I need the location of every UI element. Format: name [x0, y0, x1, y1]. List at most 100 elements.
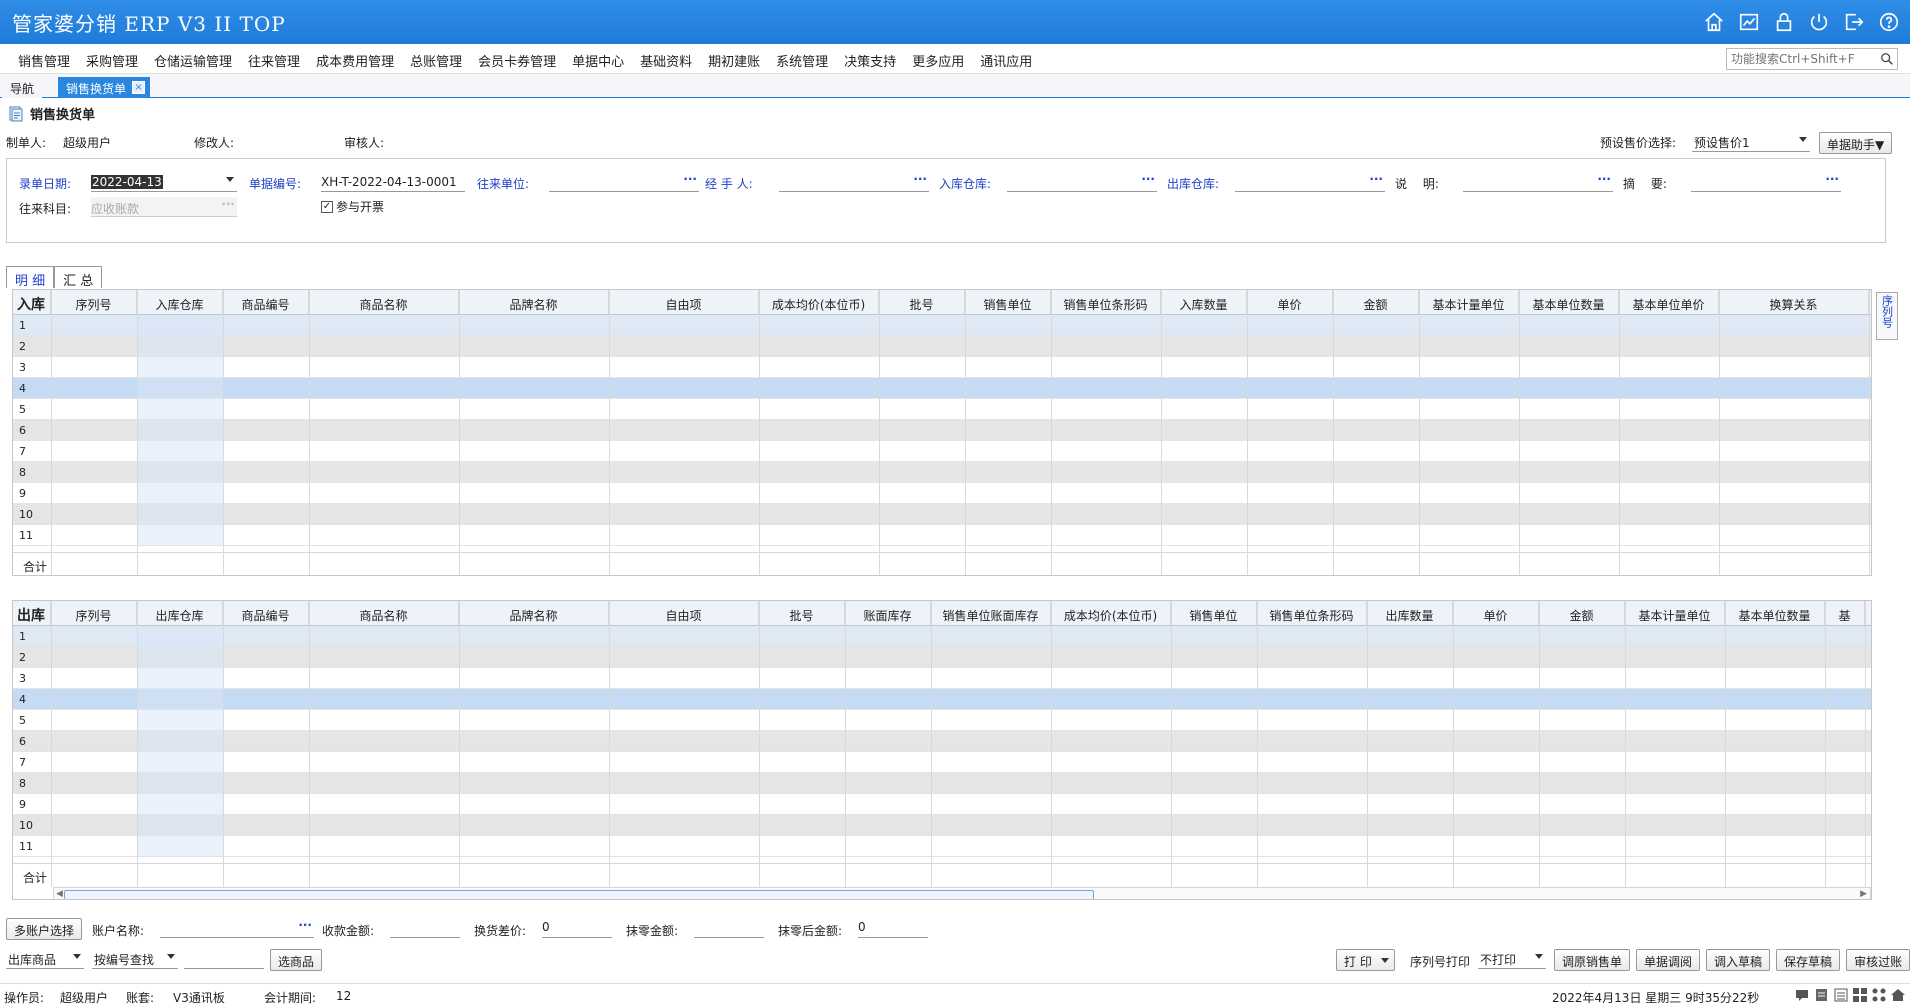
column-header[interactable]: 销售单位条形码: [1051, 290, 1161, 314]
round-field[interactable]: [694, 918, 764, 938]
column-header[interactable]: 销售单位条形码: [1257, 601, 1367, 625]
column-header[interactable]: 换算关系: [1719, 290, 1869, 314]
column-header[interactable]: 自由项: [609, 601, 759, 625]
handler-field[interactable]: ···: [779, 172, 929, 192]
more-icon[interactable]: ···: [298, 918, 312, 932]
menu-item-2[interactable]: 仓储运输管理: [146, 51, 240, 70]
multi-account-button[interactable]: 多账户选择: [6, 918, 83, 940]
menu-item-12[interactable]: 更多应用: [904, 51, 972, 70]
date-field[interactable]: 2022-04-13: [91, 172, 237, 192]
column-header[interactable]: 序列号: [51, 290, 137, 314]
diff-field[interactable]: 0: [542, 918, 612, 938]
column-header[interactable]: 销售单位账面库存: [931, 601, 1051, 625]
table-row[interactable]: 2: [13, 336, 1871, 357]
column-header[interactable]: 基本单位数量: [1519, 290, 1619, 314]
note-field[interactable]: ···: [1463, 172, 1613, 192]
action-button-3[interactable]: 保存草稿: [1776, 949, 1841, 971]
partner-field[interactable]: ···: [549, 172, 699, 192]
home-icon[interactable]: [1701, 9, 1727, 35]
column-header[interactable]: 出库仓库: [137, 601, 223, 625]
table-row[interactable]: 7: [13, 752, 1871, 773]
scroll-thumb[interactable]: [64, 890, 1094, 899]
column-header[interactable]: 自由项: [609, 290, 759, 314]
menu-item-0[interactable]: 销售管理: [10, 51, 78, 70]
column-header[interactable]: 品牌名称: [459, 601, 609, 625]
table-row[interactable]: 5: [13, 710, 1871, 731]
find-input[interactable]: [184, 949, 264, 969]
scroll-right-icon[interactable]: ▶: [1860, 889, 1867, 899]
column-header[interactable]: 商品编号: [223, 290, 309, 314]
column-header[interactable]: 金额: [1333, 290, 1419, 314]
more-icon[interactable]: ···: [1825, 172, 1839, 186]
more-icon[interactable]: ···: [1141, 172, 1155, 186]
chart-icon[interactable]: [1736, 9, 1762, 35]
table-row[interactable]: 4: [13, 689, 1871, 710]
after-round-field[interactable]: 0: [858, 918, 928, 938]
out-goods-select[interactable]: 出库商品: [6, 949, 84, 969]
column-header[interactable]: 成本均价(本位币): [1051, 601, 1171, 625]
column-header[interactable]: 基本计量单位: [1625, 601, 1725, 625]
column-header[interactable]: 账面库存: [845, 601, 931, 625]
menu-item-11[interactable]: 决策支持: [836, 51, 904, 70]
list-icon[interactable]: [1833, 987, 1849, 1003]
column-header[interactable]: 品牌名称: [459, 290, 609, 314]
serial-print-select[interactable]: 不打印: [1478, 949, 1546, 969]
column-header[interactable]: 序列号: [51, 601, 137, 625]
column-header[interactable]: 基本计量单位: [1419, 290, 1519, 314]
table-row[interactable]: 10: [13, 815, 1871, 836]
table-row[interactable]: 1: [13, 626, 1871, 647]
table-row[interactable]: 5: [13, 399, 1871, 420]
column-header[interactable]: 金额: [1539, 601, 1625, 625]
account-field[interactable]: ···: [160, 918, 314, 938]
table-row[interactable]: 8: [13, 773, 1871, 794]
function-search-input[interactable]: [1727, 49, 1877, 69]
table-row[interactable]: 11: [13, 525, 1871, 546]
table-row[interactable]: 3: [13, 668, 1871, 689]
checkbox-checked-icon[interactable]: ✓: [321, 200, 333, 213]
more-icon[interactable]: ···: [913, 172, 927, 186]
receipt-field[interactable]: [390, 918, 460, 938]
summary-field[interactable]: ···: [1691, 172, 1841, 192]
function-search[interactable]: [1726, 48, 1898, 70]
table-row[interactable]: 11: [13, 836, 1871, 857]
table-row[interactable]: 9: [13, 483, 1871, 504]
tab-summary[interactable]: 汇 总: [54, 266, 103, 289]
action-button-2[interactable]: 调入草稿: [1706, 949, 1771, 971]
menu-item-3[interactable]: 往来管理: [240, 51, 308, 70]
grid-icon[interactable]: [1852, 987, 1868, 1003]
column-header[interactable]: 出库数量: [1367, 601, 1453, 625]
more-icon[interactable]: ···: [1597, 172, 1611, 186]
column-header[interactable]: 商品名称: [309, 290, 459, 314]
column-header[interactable]: 基本单位单价: [1619, 290, 1719, 314]
power-icon[interactable]: [1806, 9, 1832, 35]
column-header[interactable]: 成本均价(本位币): [759, 290, 879, 314]
print-button[interactable]: 打 印: [1336, 949, 1395, 971]
column-header[interactable]: 单价: [1247, 290, 1333, 314]
menu-item-8[interactable]: 基础资料: [632, 51, 700, 70]
table-row[interactable]: 4: [13, 378, 1871, 399]
scroll-left-icon[interactable]: ◀: [56, 889, 63, 899]
home-icon[interactable]: [1890, 987, 1906, 1003]
menu-item-10[interactable]: 系统管理: [768, 51, 836, 70]
horizontal-scrollbar[interactable]: ◀ ▶: [53, 887, 1871, 899]
table-row[interactable]: 3: [13, 357, 1871, 378]
logout-icon[interactable]: [1841, 9, 1867, 35]
out-warehouse-field[interactable]: ···: [1235, 172, 1385, 192]
menu-item-13[interactable]: 通讯应用: [972, 51, 1040, 70]
more-icon[interactable]: ···: [1369, 172, 1383, 186]
menu-item-4[interactable]: 成本费用管理: [308, 51, 402, 70]
column-header[interactable]: 销售单位: [1171, 601, 1257, 625]
table-row[interactable]: 7: [13, 441, 1871, 462]
menu-item-6[interactable]: 会员卡券管理: [470, 51, 564, 70]
column-header[interactable]: 单价: [1453, 601, 1539, 625]
note-icon[interactable]: [1814, 987, 1830, 1003]
more-icon[interactable]: ···: [683, 172, 697, 186]
column-header[interactable]: 批号: [879, 290, 965, 314]
find-by-select[interactable]: 按编号查找: [92, 949, 178, 969]
action-button-0[interactable]: 调原销售单: [1554, 949, 1631, 971]
table-row[interactable]: 6: [13, 420, 1871, 441]
doc-helper-button[interactable]: 单据助手▼: [1819, 132, 1893, 154]
column-header[interactable]: 商品名称: [309, 601, 459, 625]
table-row[interactable]: 8: [13, 462, 1871, 483]
column-header[interactable]: 入库仓库: [137, 290, 223, 314]
